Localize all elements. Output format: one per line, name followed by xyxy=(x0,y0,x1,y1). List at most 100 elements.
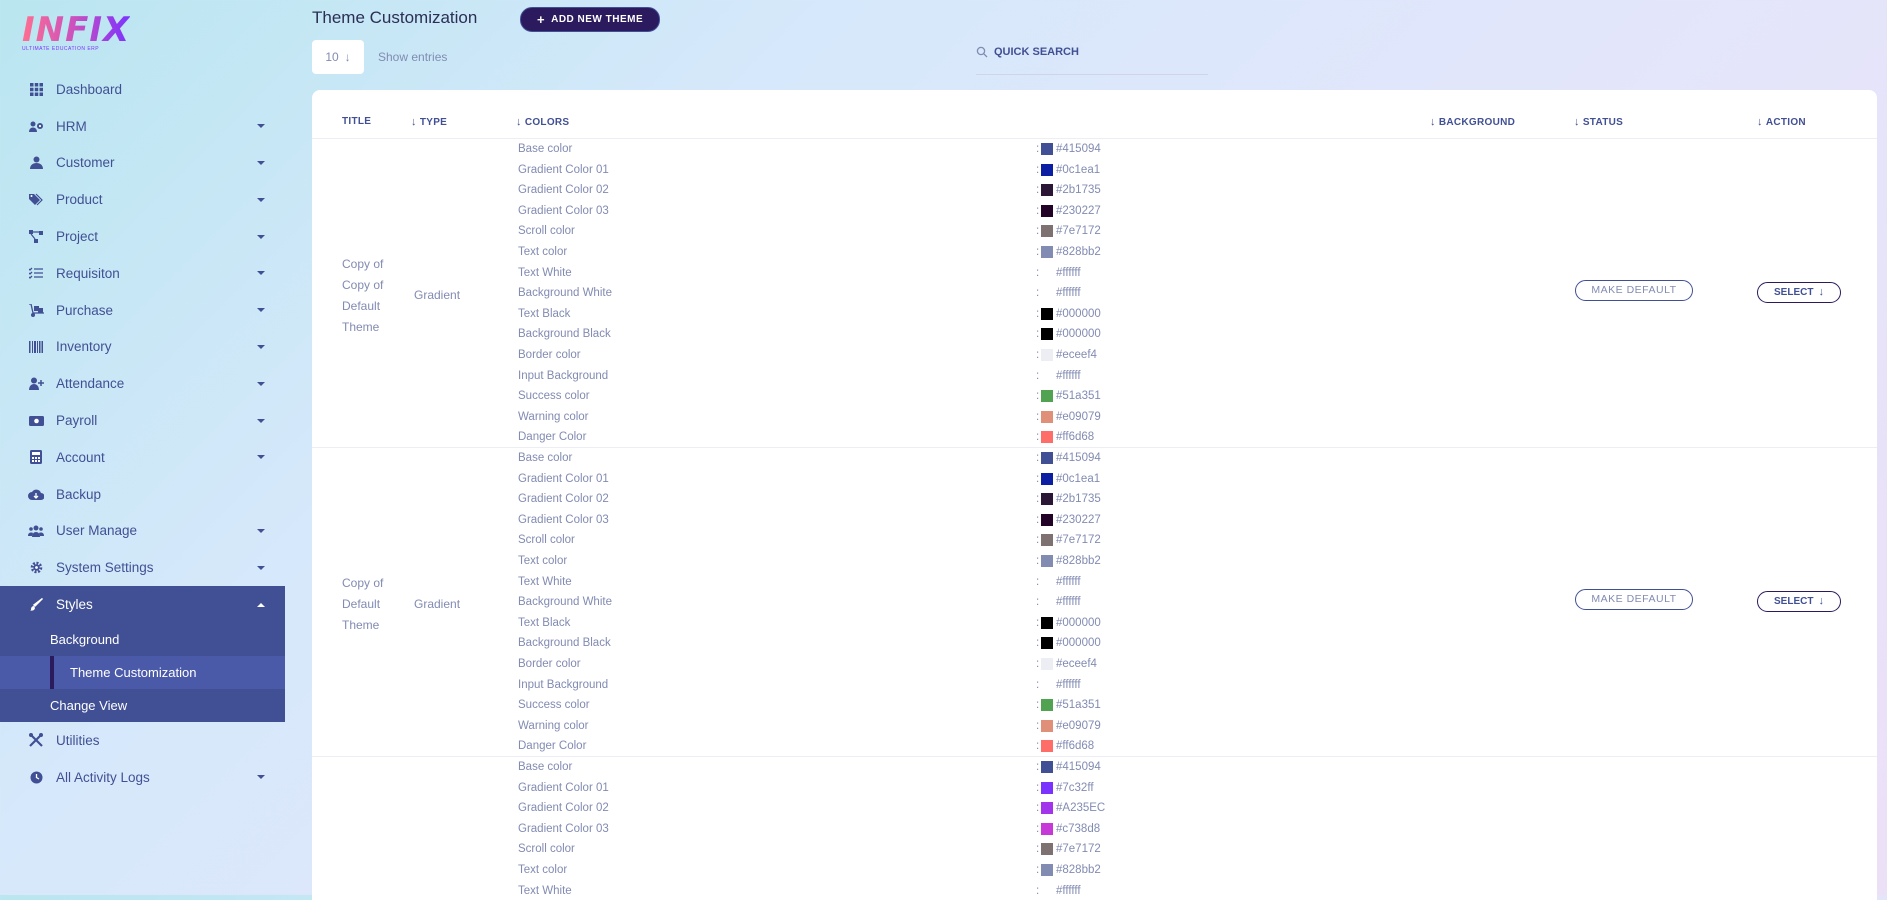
sidebar-item-system-settings[interactable]: System Settings xyxy=(0,549,285,586)
sidebar-item-project[interactable]: Project xyxy=(0,218,285,255)
color-name: Text color xyxy=(518,864,568,876)
sidebar-item-payroll[interactable]: Payroll xyxy=(0,402,285,439)
color-entry: Success color: #51a351 xyxy=(518,386,1101,406)
quick-search-input[interactable]: QUICK SEARCH xyxy=(976,46,1208,75)
caret-down-icon xyxy=(257,197,265,202)
color-name: Input Background xyxy=(518,369,609,382)
column-action[interactable]: ↓ ACTION xyxy=(1757,116,1806,128)
theme-title-line: Default xyxy=(342,298,381,313)
color-hex: #828bb2 xyxy=(1056,864,1101,876)
search-icon xyxy=(976,46,988,61)
arrow-down-icon: ↓ xyxy=(1818,286,1824,298)
color-entry: Base color: #415094 xyxy=(518,757,1101,777)
make-default-button[interactable]: MAKE DEFAULT xyxy=(1575,279,1693,301)
sidebar-item-label: All Activity Logs xyxy=(56,769,150,785)
color-entry: Scroll color: #7e7172 xyxy=(518,221,1101,241)
sidebar-subitem-background[interactable]: Background xyxy=(0,623,285,656)
add-new-theme-button[interactable]: + ADD NEW THEME xyxy=(520,7,661,32)
styles-menu-group: Styles Background Theme Customization Chang… xyxy=(0,586,285,722)
color-hex: #ffffff xyxy=(1056,596,1081,609)
color-hex: #000000 xyxy=(1056,328,1101,341)
sidebar-item-hrm[interactable]: HRM xyxy=(0,108,285,145)
sidebar-item-all-activity-logs[interactable]: All Activity Logs xyxy=(0,759,285,796)
color-entry: Warning color: #e09079 xyxy=(518,407,1101,427)
users-gear-icon xyxy=(28,118,44,134)
tags-icon xyxy=(28,192,44,208)
sidebar-nav: Dashboard HRM Customer Product Project Requis… xyxy=(0,71,285,796)
color-swatch xyxy=(1041,781,1053,794)
sidebar-item-label: Payroll xyxy=(56,413,98,429)
sidebar-item-attendance[interactable]: Attendance xyxy=(0,365,285,402)
select-label: SELECT xyxy=(1774,286,1814,298)
caret-down-icon xyxy=(257,565,265,570)
color-entry: Danger Color: #ff6d68 xyxy=(518,736,1094,756)
sidebar-subitem-change-view[interactable]: Change View xyxy=(0,689,285,722)
color-entry: Scroll color: #7e7172 xyxy=(518,839,1101,859)
sidebar-item-product[interactable]: Product xyxy=(0,181,285,218)
sidebar-item-utilities[interactable]: Utilities xyxy=(0,722,285,759)
sidebar-subitem-theme-customization[interactable]: Theme Customization xyxy=(0,655,285,689)
sidebar-item-styles[interactable]: Styles xyxy=(0,586,285,623)
color-swatch xyxy=(1041,575,1053,588)
color-hex: #51a351 xyxy=(1056,699,1101,712)
make-default-button[interactable]: MAKE DEFAULT xyxy=(1575,588,1693,610)
sidebar-item-customer[interactable]: Customer xyxy=(0,145,285,182)
color-swatch xyxy=(1041,328,1053,341)
sidebar-item-label: Project xyxy=(56,229,99,245)
color-entry: Background White: #ffffff xyxy=(518,592,1081,612)
color-name: Success color xyxy=(518,390,590,403)
color-swatch xyxy=(1041,678,1053,691)
color-entry: Text White: #ffffff xyxy=(518,572,1081,592)
color-entry: Text Black: #000000 xyxy=(518,613,1101,633)
select-action-button[interactable]: SELECT ↓ xyxy=(1757,590,1841,612)
color-name: Warning color xyxy=(518,410,589,423)
theme-title-line: Theme xyxy=(342,319,380,334)
sidebar-item-inventory[interactable]: Inventory xyxy=(0,329,285,366)
color-name: Gradient Color 02 xyxy=(518,802,609,815)
arrow-down-icon: ↓ xyxy=(344,50,351,64)
color-name: Base color xyxy=(518,452,573,464)
logo[interactable]: INFIX ULTIMATE EDUCATION ERP xyxy=(22,12,130,52)
theme-type: Gradient xyxy=(414,596,461,611)
column-title-label: TITLE xyxy=(342,116,372,127)
column-background[interactable]: ↓ BACKGROUND xyxy=(1430,116,1515,128)
page-title: Theme Customization xyxy=(312,8,478,27)
color-hex: #ffffff xyxy=(1056,575,1081,588)
color-name: Gradient Color 03 xyxy=(518,513,609,526)
sort-arrow-icon: ↓ xyxy=(1574,116,1580,128)
sidebar-item-requisiton[interactable]: Requisiton xyxy=(0,255,285,292)
color-swatch xyxy=(1041,616,1053,629)
color-swatch xyxy=(1041,513,1053,526)
color-name: Text color xyxy=(518,246,568,258)
color-entry: Text Black: #000000 xyxy=(518,304,1101,324)
column-colors[interactable]: ↓ COLORS xyxy=(516,116,569,128)
select-action-button[interactable]: SELECT ↓ xyxy=(1757,281,1841,303)
sidebar-item-label: Dashboard xyxy=(56,81,123,97)
sidebar-item-label: User Manage xyxy=(56,523,138,539)
color-entry: Base color: #415094 xyxy=(518,448,1101,468)
entries-select[interactable]: 10 ↓ xyxy=(312,40,364,74)
color-hex: #A235EC xyxy=(1056,802,1106,815)
sidebar-item-dashboard[interactable]: Dashboard xyxy=(0,71,285,108)
color-name: Background White xyxy=(518,596,612,609)
color-hex: #e09079 xyxy=(1056,719,1101,732)
column-title[interactable]: TITLE xyxy=(342,116,371,127)
sidebar-item-purchase[interactable]: Purchase xyxy=(0,292,285,329)
sidebar: INFIX ULTIMATE EDUCATION ERP Dashboard HR… xyxy=(0,0,285,895)
column-status[interactable]: ↓ STATUS xyxy=(1574,116,1623,128)
caret-down-icon xyxy=(257,381,265,386)
color-name: Input Background xyxy=(518,678,609,691)
sidebar-item-account[interactable]: Account xyxy=(0,439,285,476)
theme-title: Copy of Default Theme xyxy=(342,573,402,636)
quick-search-placeholder: QUICK SEARCH xyxy=(994,46,1079,58)
sidebar-item-backup[interactable]: Backup xyxy=(0,476,285,513)
users-icon xyxy=(28,523,44,539)
clock-icon xyxy=(28,769,44,785)
theme-title: Copy of Copy of Default Theme xyxy=(342,254,402,338)
color-name: Gradient Color 02 xyxy=(518,493,609,506)
sort-arrow-icon: ↓ xyxy=(516,116,522,128)
column-type[interactable]: ↓ TYPE xyxy=(411,116,447,128)
color-hex: #230227 xyxy=(1056,513,1101,526)
sidebar-item-user-manage[interactable]: User Manage xyxy=(0,513,285,550)
color-hex: #000000 xyxy=(1056,637,1101,650)
